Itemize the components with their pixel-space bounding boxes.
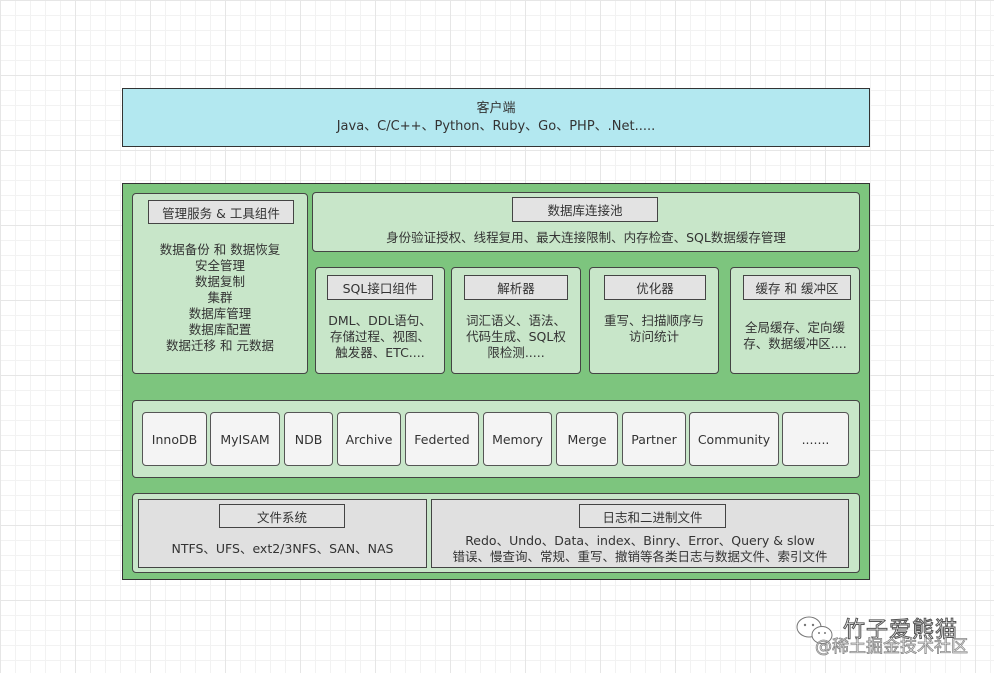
management-item: 数据库配置 xyxy=(188,322,252,337)
management-items: 数据备份 和 数据恢复 安全管理 数据复制 集群 数据库管理 数据库配置 数据迁… xyxy=(132,242,308,354)
engine-more: ....... xyxy=(782,412,849,466)
engine-archive: Archive xyxy=(337,412,401,466)
sql-interface-line: 触发器、ETC.... xyxy=(335,345,425,360)
parser-line: 词汇语义、语法、 xyxy=(465,313,566,328)
watermark: 竹子爱熊猫 @稀土掘金技术社区 xyxy=(795,610,985,660)
logs-line-2: 错误、慢查询、常规、重写、撤销等各类日志与数据文件、索引文件 xyxy=(452,549,828,564)
engine-innodb: InnoDB xyxy=(142,412,207,466)
logs-title: 日志和二进制文件 xyxy=(579,504,726,528)
file-system-title: 文件系统 xyxy=(219,504,345,528)
engine-memory: Memory xyxy=(483,412,552,466)
connection-pool-title: 数据库连接池 xyxy=(512,197,658,222)
sql-interface-desc: DML、DDL语句、 存储过程、视图、 触发器、ETC.... xyxy=(315,313,445,361)
client-languages: Java、C/C++、Python、Ruby、Go、PHP、.Net..... xyxy=(336,118,656,134)
optimizer-desc: 重写、扫描顺序与 访问统计 xyxy=(589,313,719,345)
optimizer-title: 优化器 xyxy=(604,275,706,300)
parser-line: 限检测..... xyxy=(487,345,545,360)
sql-interface-title: SQL接口组件 xyxy=(327,275,433,300)
management-item: 集群 xyxy=(207,290,233,305)
cache-title: 缓存 和 缓冲区 xyxy=(743,275,851,300)
management-item: 数据复制 xyxy=(194,274,245,289)
connection-pool-description: 身份验证授权、线程复用、最大连接限制、内存检查、SQL数据缓存管理 xyxy=(386,230,786,245)
parser-desc: 词汇语义、语法、 代码生成、SQL权 限检测..... xyxy=(451,313,581,361)
client-layer: 客户端 Java、C/C++、Python、Ruby、Go、PHP、.Net..… xyxy=(122,88,870,147)
management-title: 管理服务 & 工具组件 xyxy=(148,200,294,224)
optimizer-line: 重写、扫描顺序与 xyxy=(603,313,704,328)
engine-federted: Federted xyxy=(405,412,479,466)
engine-merge: Merge xyxy=(556,412,618,466)
logs-line-1: Redo、Undo、Data、index、Binry、Error、Query &… xyxy=(465,533,815,548)
cache-line: 全局缓存、定向缓 xyxy=(744,320,845,335)
management-item: 数据迁移 和 元数据 xyxy=(166,338,274,353)
engine-community: Community xyxy=(689,412,779,466)
engine-myisam: MyISAM xyxy=(210,412,280,466)
sql-interface-line: 存储过程、视图、 xyxy=(329,329,430,344)
management-item: 数据库管理 xyxy=(188,306,252,321)
optimizer-line: 访问统计 xyxy=(628,329,679,344)
file-system-description: NTFS、UFS、ext2/3NFS、SAN、NAS xyxy=(171,541,394,556)
cache-desc: 全局缓存、定向缓 存、数据缓冲区.... xyxy=(730,320,860,352)
client-title: 客户端 xyxy=(476,100,516,116)
cache-line: 存、数据缓冲区.... xyxy=(743,336,847,351)
management-item: 安全管理 xyxy=(194,258,245,273)
engine-partner: Partner xyxy=(622,412,686,466)
parser-line: 代码生成、SQL权 xyxy=(466,329,566,344)
sql-interface-line: DML、DDL语句、 xyxy=(328,313,432,328)
engine-ndb: NDB xyxy=(284,412,333,466)
management-item: 数据备份 和 数据恢复 xyxy=(159,242,281,257)
watermark-sub: @稀土掘金技术社区 xyxy=(815,637,969,658)
parser-title: 解析器 xyxy=(464,275,568,300)
